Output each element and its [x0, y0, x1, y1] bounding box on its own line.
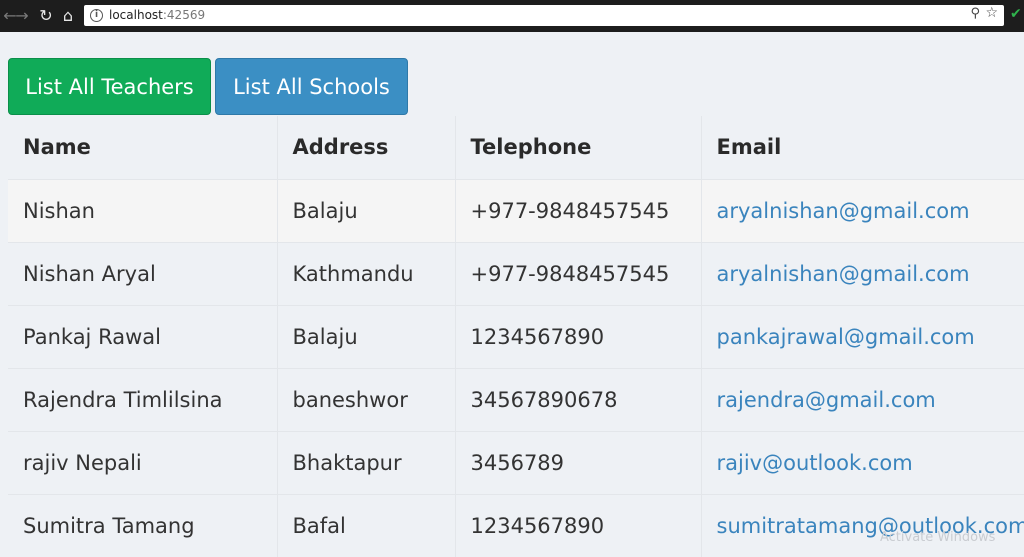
url-text[interactable]: localhost:42569: [109, 7, 205, 23]
header-name: Name: [8, 116, 278, 179]
activate-windows-watermark: Activate Windows: [880, 530, 996, 545]
cell-address: Kathmandu: [277, 241, 456, 305]
url-host: localhost: [109, 8, 163, 22]
star-icon[interactable]: ☆: [985, 5, 998, 21]
cell-name: Nishan: [8, 178, 278, 242]
cell-address: Balaju: [277, 178, 456, 242]
cell-name: Sumitra Tamang: [8, 493, 278, 557]
cell-address: Bafal: [277, 493, 456, 557]
cell-email-link[interactable]: rajiv@outlook.com: [701, 430, 1024, 494]
cell-name: rajiv Nepali: [8, 430, 278, 494]
cell-name: Rajendra Timlilsina: [8, 367, 278, 431]
table-row: Pankaj Rawal Balaju 1234567890 pankajraw…: [8, 304, 1024, 368]
address-bar[interactable]: i localhost:42569 ⚲ ☆: [84, 5, 1004, 26]
table-row: Rajendra Timlilsina baneshwor 3456789067…: [8, 367, 1024, 431]
cell-address: Bhaktapur: [277, 430, 456, 494]
zoom-icon[interactable]: ⚲: [970, 6, 980, 21]
cell-telephone: +977-9848457545: [455, 178, 702, 242]
header-address: Address: [277, 116, 456, 179]
cell-name: Pankaj Rawal: [8, 304, 278, 368]
cell-telephone: 3456789: [455, 430, 702, 494]
list-all-schools-button[interactable]: List All Schools: [215, 58, 408, 115]
check-icon[interactable]: ✔: [1010, 6, 1022, 22]
table-row: Sumitra Tamang Bafal 1234567890 sumitrat…: [8, 493, 1024, 557]
table-row: Nishan Balaju +977-9848457545 aryalnisha…: [8, 178, 1024, 242]
cell-email-link[interactable]: aryalnishan@gmail.com: [701, 178, 1024, 242]
cell-telephone: 34567890678: [455, 367, 702, 431]
table-row: rajiv Nepali Bhaktapur 3456789 rajiv@out…: [8, 430, 1024, 494]
cell-telephone: +977-9848457545: [455, 241, 702, 305]
cell-email-link[interactable]: pankajrawal@gmail.com: [701, 304, 1024, 368]
info-icon[interactable]: i: [90, 9, 103, 22]
cell-email-link[interactable]: rajendra@gmail.com: [701, 367, 1024, 431]
teachers-table: Name Address Telephone Email Nishan Bala…: [8, 116, 1024, 557]
home-icon[interactable]: ⌂: [58, 6, 78, 26]
reload-icon[interactable]: ↻: [36, 6, 56, 26]
header-email: Email: [701, 116, 1024, 179]
cell-name: Nishan Aryal: [8, 241, 278, 305]
table-row: Nishan Aryal Kathmandu +977-9848457545 a…: [8, 241, 1024, 305]
cell-telephone: 1234567890: [455, 493, 702, 557]
list-all-teachers-button[interactable]: List All Teachers: [8, 58, 211, 115]
url-port: :42569: [162, 8, 206, 22]
browser-toolbar: ← → ↻ ⌂ i localhost:42569 ⚲ ☆ ✔: [0, 0, 1024, 32]
forward-arrow-icon[interactable]: →: [12, 6, 32, 26]
header-telephone: Telephone: [455, 116, 702, 179]
cell-telephone: 1234567890: [455, 304, 702, 368]
table-header-row: Name Address Telephone Email: [8, 116, 1024, 179]
cell-email-link[interactable]: aryalnishan@gmail.com: [701, 241, 1024, 305]
cell-address: baneshwor: [277, 367, 456, 431]
cell-email-link[interactable]: sumitratamang@outlook.com: [701, 493, 1024, 557]
cell-address: Balaju: [277, 304, 456, 368]
